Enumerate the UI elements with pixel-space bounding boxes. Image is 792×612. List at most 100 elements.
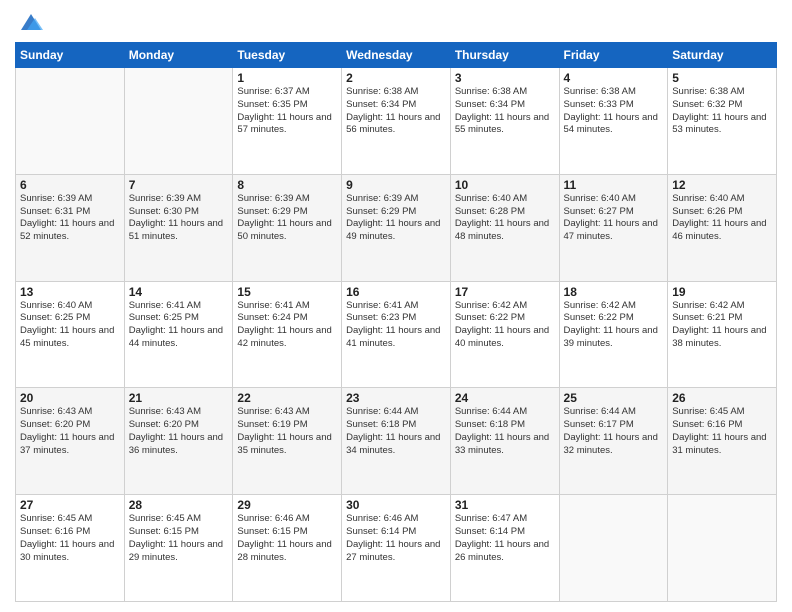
table-cell: 19Sunrise: 6:42 AMSunset: 6:21 PMDayligh… xyxy=(668,281,777,388)
logo-area xyxy=(15,10,45,34)
table-cell xyxy=(668,495,777,602)
day-number: 24 xyxy=(455,391,555,405)
day-number: 29 xyxy=(237,498,337,512)
table-cell: 7Sunrise: 6:39 AMSunset: 6:30 PMDaylight… xyxy=(124,174,233,281)
table-cell: 22Sunrise: 6:43 AMSunset: 6:19 PMDayligh… xyxy=(233,388,342,495)
table-cell: 21Sunrise: 6:43 AMSunset: 6:20 PMDayligh… xyxy=(124,388,233,495)
day-info: Sunrise: 6:40 AMSunset: 6:27 PMDaylight:… xyxy=(564,193,664,244)
day-number: 11 xyxy=(564,178,664,192)
table-cell: 12Sunrise: 6:40 AMSunset: 6:26 PMDayligh… xyxy=(668,174,777,281)
table-cell: 15Sunrise: 6:41 AMSunset: 6:24 PMDayligh… xyxy=(233,281,342,388)
table-cell xyxy=(124,68,233,175)
day-info: Sunrise: 6:45 AMSunset: 6:16 PMDaylight:… xyxy=(20,513,120,564)
table-cell: 5Sunrise: 6:38 AMSunset: 6:32 PMDaylight… xyxy=(668,68,777,175)
day-info: Sunrise: 6:42 AMSunset: 6:22 PMDaylight:… xyxy=(564,300,664,351)
day-info: Sunrise: 6:39 AMSunset: 6:29 PMDaylight:… xyxy=(346,193,446,244)
table-cell: 11Sunrise: 6:40 AMSunset: 6:27 PMDayligh… xyxy=(559,174,668,281)
col-sunday: Sunday xyxy=(16,43,125,68)
day-info: Sunrise: 6:38 AMSunset: 6:32 PMDaylight:… xyxy=(672,86,772,137)
table-cell: 30Sunrise: 6:46 AMSunset: 6:14 PMDayligh… xyxy=(342,495,451,602)
logo-icon xyxy=(17,10,45,38)
day-info: Sunrise: 6:45 AMSunset: 6:15 PMDaylight:… xyxy=(129,513,229,564)
day-info: Sunrise: 6:41 AMSunset: 6:24 PMDaylight:… xyxy=(237,300,337,351)
table-cell: 23Sunrise: 6:44 AMSunset: 6:18 PMDayligh… xyxy=(342,388,451,495)
day-info: Sunrise: 6:38 AMSunset: 6:34 PMDaylight:… xyxy=(346,86,446,137)
day-info: Sunrise: 6:47 AMSunset: 6:14 PMDaylight:… xyxy=(455,513,555,564)
table-cell: 16Sunrise: 6:41 AMSunset: 6:23 PMDayligh… xyxy=(342,281,451,388)
table-cell: 28Sunrise: 6:45 AMSunset: 6:15 PMDayligh… xyxy=(124,495,233,602)
day-info: Sunrise: 6:41 AMSunset: 6:25 PMDaylight:… xyxy=(129,300,229,351)
day-info: Sunrise: 6:40 AMSunset: 6:25 PMDaylight:… xyxy=(20,300,120,351)
table-cell: 13Sunrise: 6:40 AMSunset: 6:25 PMDayligh… xyxy=(16,281,125,388)
table-cell: 17Sunrise: 6:42 AMSunset: 6:22 PMDayligh… xyxy=(450,281,559,388)
day-info: Sunrise: 6:44 AMSunset: 6:18 PMDaylight:… xyxy=(346,406,446,457)
day-info: Sunrise: 6:38 AMSunset: 6:34 PMDaylight:… xyxy=(455,86,555,137)
page: Sunday Monday Tuesday Wednesday Thursday… xyxy=(0,0,792,612)
day-info: Sunrise: 6:43 AMSunset: 6:19 PMDaylight:… xyxy=(237,406,337,457)
calendar-week-row: 13Sunrise: 6:40 AMSunset: 6:25 PMDayligh… xyxy=(16,281,777,388)
day-number: 17 xyxy=(455,285,555,299)
day-number: 3 xyxy=(455,71,555,85)
col-saturday: Saturday xyxy=(668,43,777,68)
col-wednesday: Wednesday xyxy=(342,43,451,68)
day-info: Sunrise: 6:46 AMSunset: 6:15 PMDaylight:… xyxy=(237,513,337,564)
col-tuesday: Tuesday xyxy=(233,43,342,68)
day-number: 22 xyxy=(237,391,337,405)
day-number: 19 xyxy=(672,285,772,299)
day-number: 4 xyxy=(564,71,664,85)
table-cell: 27Sunrise: 6:45 AMSunset: 6:16 PMDayligh… xyxy=(16,495,125,602)
day-info: Sunrise: 6:43 AMSunset: 6:20 PMDaylight:… xyxy=(20,406,120,457)
day-info: Sunrise: 6:42 AMSunset: 6:22 PMDaylight:… xyxy=(455,300,555,351)
day-number: 23 xyxy=(346,391,446,405)
day-number: 8 xyxy=(237,178,337,192)
day-info: Sunrise: 6:37 AMSunset: 6:35 PMDaylight:… xyxy=(237,86,337,137)
calendar-week-row: 1Sunrise: 6:37 AMSunset: 6:35 PMDaylight… xyxy=(16,68,777,175)
col-monday: Monday xyxy=(124,43,233,68)
calendar-table: Sunday Monday Tuesday Wednesday Thursday… xyxy=(15,42,777,602)
header xyxy=(15,10,777,34)
table-cell: 2Sunrise: 6:38 AMSunset: 6:34 PMDaylight… xyxy=(342,68,451,175)
table-cell: 1Sunrise: 6:37 AMSunset: 6:35 PMDaylight… xyxy=(233,68,342,175)
day-number: 2 xyxy=(346,71,446,85)
calendar-week-row: 27Sunrise: 6:45 AMSunset: 6:16 PMDayligh… xyxy=(16,495,777,602)
day-info: Sunrise: 6:45 AMSunset: 6:16 PMDaylight:… xyxy=(672,406,772,457)
table-cell: 24Sunrise: 6:44 AMSunset: 6:18 PMDayligh… xyxy=(450,388,559,495)
table-cell: 14Sunrise: 6:41 AMSunset: 6:25 PMDayligh… xyxy=(124,281,233,388)
day-number: 26 xyxy=(672,391,772,405)
table-cell: 3Sunrise: 6:38 AMSunset: 6:34 PMDaylight… xyxy=(450,68,559,175)
table-cell: 18Sunrise: 6:42 AMSunset: 6:22 PMDayligh… xyxy=(559,281,668,388)
day-number: 6 xyxy=(20,178,120,192)
table-cell: 31Sunrise: 6:47 AMSunset: 6:14 PMDayligh… xyxy=(450,495,559,602)
day-info: Sunrise: 6:44 AMSunset: 6:18 PMDaylight:… xyxy=(455,406,555,457)
table-cell xyxy=(16,68,125,175)
day-number: 25 xyxy=(564,391,664,405)
day-number: 15 xyxy=(237,285,337,299)
table-cell xyxy=(559,495,668,602)
day-number: 28 xyxy=(129,498,229,512)
day-number: 7 xyxy=(129,178,229,192)
table-cell: 10Sunrise: 6:40 AMSunset: 6:28 PMDayligh… xyxy=(450,174,559,281)
day-info: Sunrise: 6:39 AMSunset: 6:30 PMDaylight:… xyxy=(129,193,229,244)
day-number: 5 xyxy=(672,71,772,85)
calendar-header-row: Sunday Monday Tuesday Wednesday Thursday… xyxy=(16,43,777,68)
calendar-week-row: 20Sunrise: 6:43 AMSunset: 6:20 PMDayligh… xyxy=(16,388,777,495)
col-friday: Friday xyxy=(559,43,668,68)
day-info: Sunrise: 6:44 AMSunset: 6:17 PMDaylight:… xyxy=(564,406,664,457)
day-info: Sunrise: 6:38 AMSunset: 6:33 PMDaylight:… xyxy=(564,86,664,137)
day-number: 13 xyxy=(20,285,120,299)
day-number: 12 xyxy=(672,178,772,192)
table-cell: 26Sunrise: 6:45 AMSunset: 6:16 PMDayligh… xyxy=(668,388,777,495)
day-number: 18 xyxy=(564,285,664,299)
table-cell: 9Sunrise: 6:39 AMSunset: 6:29 PMDaylight… xyxy=(342,174,451,281)
day-number: 30 xyxy=(346,498,446,512)
calendar-week-row: 6Sunrise: 6:39 AMSunset: 6:31 PMDaylight… xyxy=(16,174,777,281)
day-number: 1 xyxy=(237,71,337,85)
day-info: Sunrise: 6:42 AMSunset: 6:21 PMDaylight:… xyxy=(672,300,772,351)
col-thursday: Thursday xyxy=(450,43,559,68)
day-info: Sunrise: 6:39 AMSunset: 6:29 PMDaylight:… xyxy=(237,193,337,244)
day-number: 16 xyxy=(346,285,446,299)
day-info: Sunrise: 6:43 AMSunset: 6:20 PMDaylight:… xyxy=(129,406,229,457)
day-info: Sunrise: 6:40 AMSunset: 6:28 PMDaylight:… xyxy=(455,193,555,244)
day-number: 9 xyxy=(346,178,446,192)
day-number: 10 xyxy=(455,178,555,192)
